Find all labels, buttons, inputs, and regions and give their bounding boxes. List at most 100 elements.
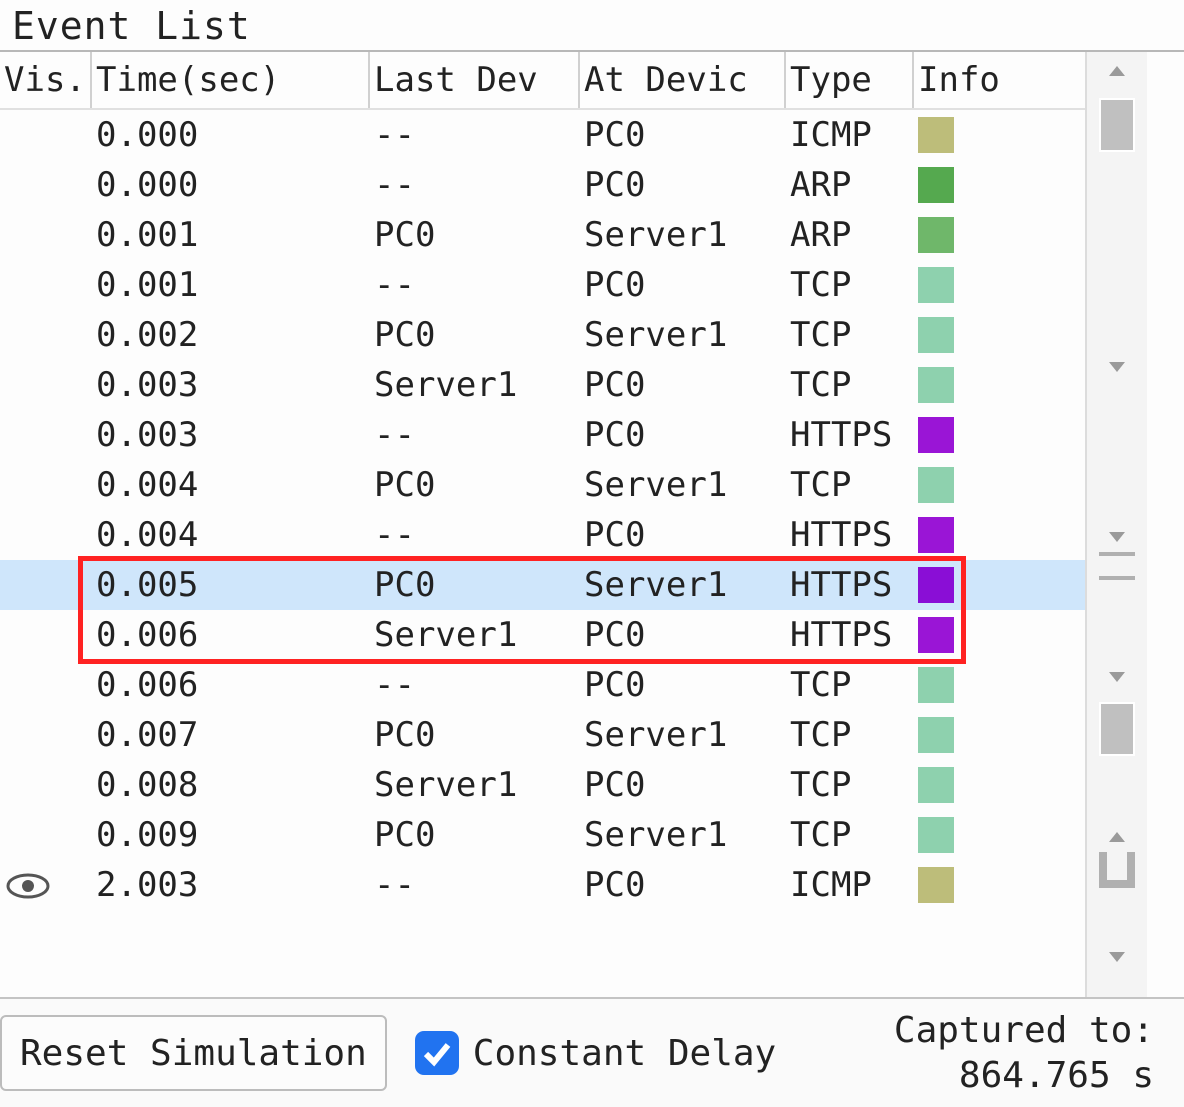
color-swatch-icon <box>918 417 954 453</box>
cell-last-device: -- <box>370 860 580 910</box>
cell-vis <box>0 710 92 760</box>
cell-at-device: PC0 <box>580 610 786 660</box>
scroll-dn3-button[interactable] <box>1087 662 1147 692</box>
cell-vis <box>0 510 92 560</box>
table-row[interactable]: 0.007PC0Server1TCP <box>0 710 1085 760</box>
cell-info[interactable] <box>914 310 1084 360</box>
col-header-at[interactable]: At Devic <box>580 52 786 108</box>
cell-at-device: Server1 <box>580 460 786 510</box>
constant-delay-checkbox[interactable] <box>415 1031 459 1075</box>
cell-at-device: PC0 <box>580 360 786 410</box>
reset-simulation-label: Reset Simulation <box>20 1033 367 1074</box>
table-row[interactable]: 0.006Server1PC0HTTPS <box>0 610 1085 660</box>
cell-type: TCP <box>786 460 914 510</box>
cell-info[interactable] <box>914 210 1084 260</box>
cell-info[interactable] <box>914 860 1084 910</box>
eye-icon <box>4 870 52 900</box>
table-row[interactable]: 2.003--PC0ICMP <box>0 860 1085 910</box>
cell-at-device: PC0 <box>580 660 786 710</box>
cell-info[interactable] <box>914 110 1084 160</box>
cell-at-device: PC0 <box>580 110 786 160</box>
color-swatch-icon <box>918 517 954 553</box>
col-header-time[interactable]: Time(sec) <box>92 52 370 108</box>
cell-last-device: -- <box>370 110 580 160</box>
scroll-dn2-button[interactable] <box>1087 522 1147 552</box>
table-row[interactable]: 0.001PC0Server1ARP <box>0 210 1085 260</box>
table-row[interactable]: 0.004PC0Server1TCP <box>0 460 1085 510</box>
cell-time: 0.000 <box>92 160 370 210</box>
table-row[interactable]: 0.000--PC0ICMP <box>0 110 1085 160</box>
chevron-up-icon <box>1107 830 1127 844</box>
scroll-up2-button[interactable] <box>1087 822 1147 852</box>
checkmark-icon <box>421 1037 453 1069</box>
scroll-dn4-button[interactable] <box>1087 942 1147 972</box>
cell-type: TCP <box>786 760 914 810</box>
color-swatch-icon <box>918 217 954 253</box>
cell-vis <box>0 660 92 710</box>
chevron-up-icon <box>1107 64 1127 78</box>
captured-to-readout: Captured to: 864.765 s <box>894 1008 1184 1098</box>
scroll-thumb-top[interactable] <box>1099 98 1135 152</box>
color-swatch-icon <box>918 117 954 153</box>
table-row[interactable]: 0.008Server1PC0TCP <box>0 760 1085 810</box>
cell-time: 0.008 <box>92 760 370 810</box>
col-header-last[interactable]: Last Dev <box>370 52 580 108</box>
vertical-scrollbar[interactable] <box>1085 52 1147 1052</box>
scroll-thumb-bottom[interactable] <box>1099 702 1135 756</box>
color-swatch-icon <box>918 767 954 803</box>
cell-at-device: PC0 <box>580 510 786 560</box>
cell-info[interactable] <box>914 760 1084 810</box>
table-body: 0.000--PC0ICMP0.000--PC0ARP0.001PC0Serve… <box>0 110 1085 910</box>
reset-simulation-button[interactable]: Reset Simulation <box>0 1015 387 1091</box>
cell-type: TCP <box>786 810 914 860</box>
cell-info[interactable] <box>914 810 1084 860</box>
cell-type: TCP <box>786 260 914 310</box>
chevron-down-icon <box>1107 950 1127 964</box>
cell-vis <box>0 160 92 210</box>
table-row[interactable]: 0.009PC0Server1TCP <box>0 810 1085 860</box>
cell-at-device: Server1 <box>580 560 786 610</box>
cell-vis <box>0 310 92 360</box>
col-header-type[interactable]: Type <box>786 52 914 108</box>
scroll-up-button[interactable] <box>1087 56 1147 86</box>
table-row[interactable]: 0.005PC0Server1HTTPS <box>0 560 1085 610</box>
cell-vis <box>0 760 92 810</box>
cell-type: HTTPS <box>786 610 914 660</box>
cell-vis <box>0 110 92 160</box>
cell-info[interactable] <box>914 710 1084 760</box>
event-list-panel: { "title": "Event List", "headers": { "v… <box>0 0 1184 1107</box>
cell-at-device: Server1 <box>580 210 786 260</box>
table-row[interactable]: 0.000--PC0ARP <box>0 160 1085 210</box>
cell-info[interactable] <box>914 510 1084 560</box>
cell-info[interactable] <box>914 410 1084 460</box>
cell-last-device: Server1 <box>370 760 580 810</box>
cell-info[interactable] <box>914 460 1084 510</box>
table-row[interactable]: 0.003--PC0HTTPS <box>0 410 1085 460</box>
cell-type: TCP <box>786 660 914 710</box>
panel-title: Event List <box>0 0 1184 52</box>
cell-type: TCP <box>786 710 914 760</box>
cell-info[interactable] <box>914 260 1084 310</box>
scroll-dn1-button[interactable] <box>1087 352 1147 382</box>
table-row[interactable]: 0.006--PC0TCP <box>0 660 1085 710</box>
table-row[interactable]: 0.004--PC0HTTPS <box>0 510 1085 560</box>
cell-type: ICMP <box>786 860 914 910</box>
cell-time: 0.001 <box>92 260 370 310</box>
cell-last-device: -- <box>370 660 580 710</box>
cell-at-device: PC0 <box>580 160 786 210</box>
scroll-bracket-icon <box>1099 852 1135 888</box>
cell-info[interactable] <box>914 360 1084 410</box>
cell-last-device: -- <box>370 160 580 210</box>
cell-info[interactable] <box>914 160 1084 210</box>
table-row[interactable]: 0.002PC0Server1TCP <box>0 310 1085 360</box>
table-row[interactable]: 0.001--PC0TCP <box>0 260 1085 310</box>
col-header-info[interactable]: Info <box>914 52 1084 108</box>
cell-info[interactable] <box>914 610 1084 660</box>
cell-info[interactable] <box>914 560 1084 610</box>
constant-delay-label[interactable]: Constant Delay <box>473 1033 776 1074</box>
col-header-vis[interactable]: Vis. <box>0 52 92 108</box>
table-row[interactable]: 0.003Server1PC0TCP <box>0 360 1085 410</box>
cell-info[interactable] <box>914 660 1084 710</box>
cell-time: 0.002 <box>92 310 370 360</box>
chevron-down-icon <box>1107 530 1127 544</box>
